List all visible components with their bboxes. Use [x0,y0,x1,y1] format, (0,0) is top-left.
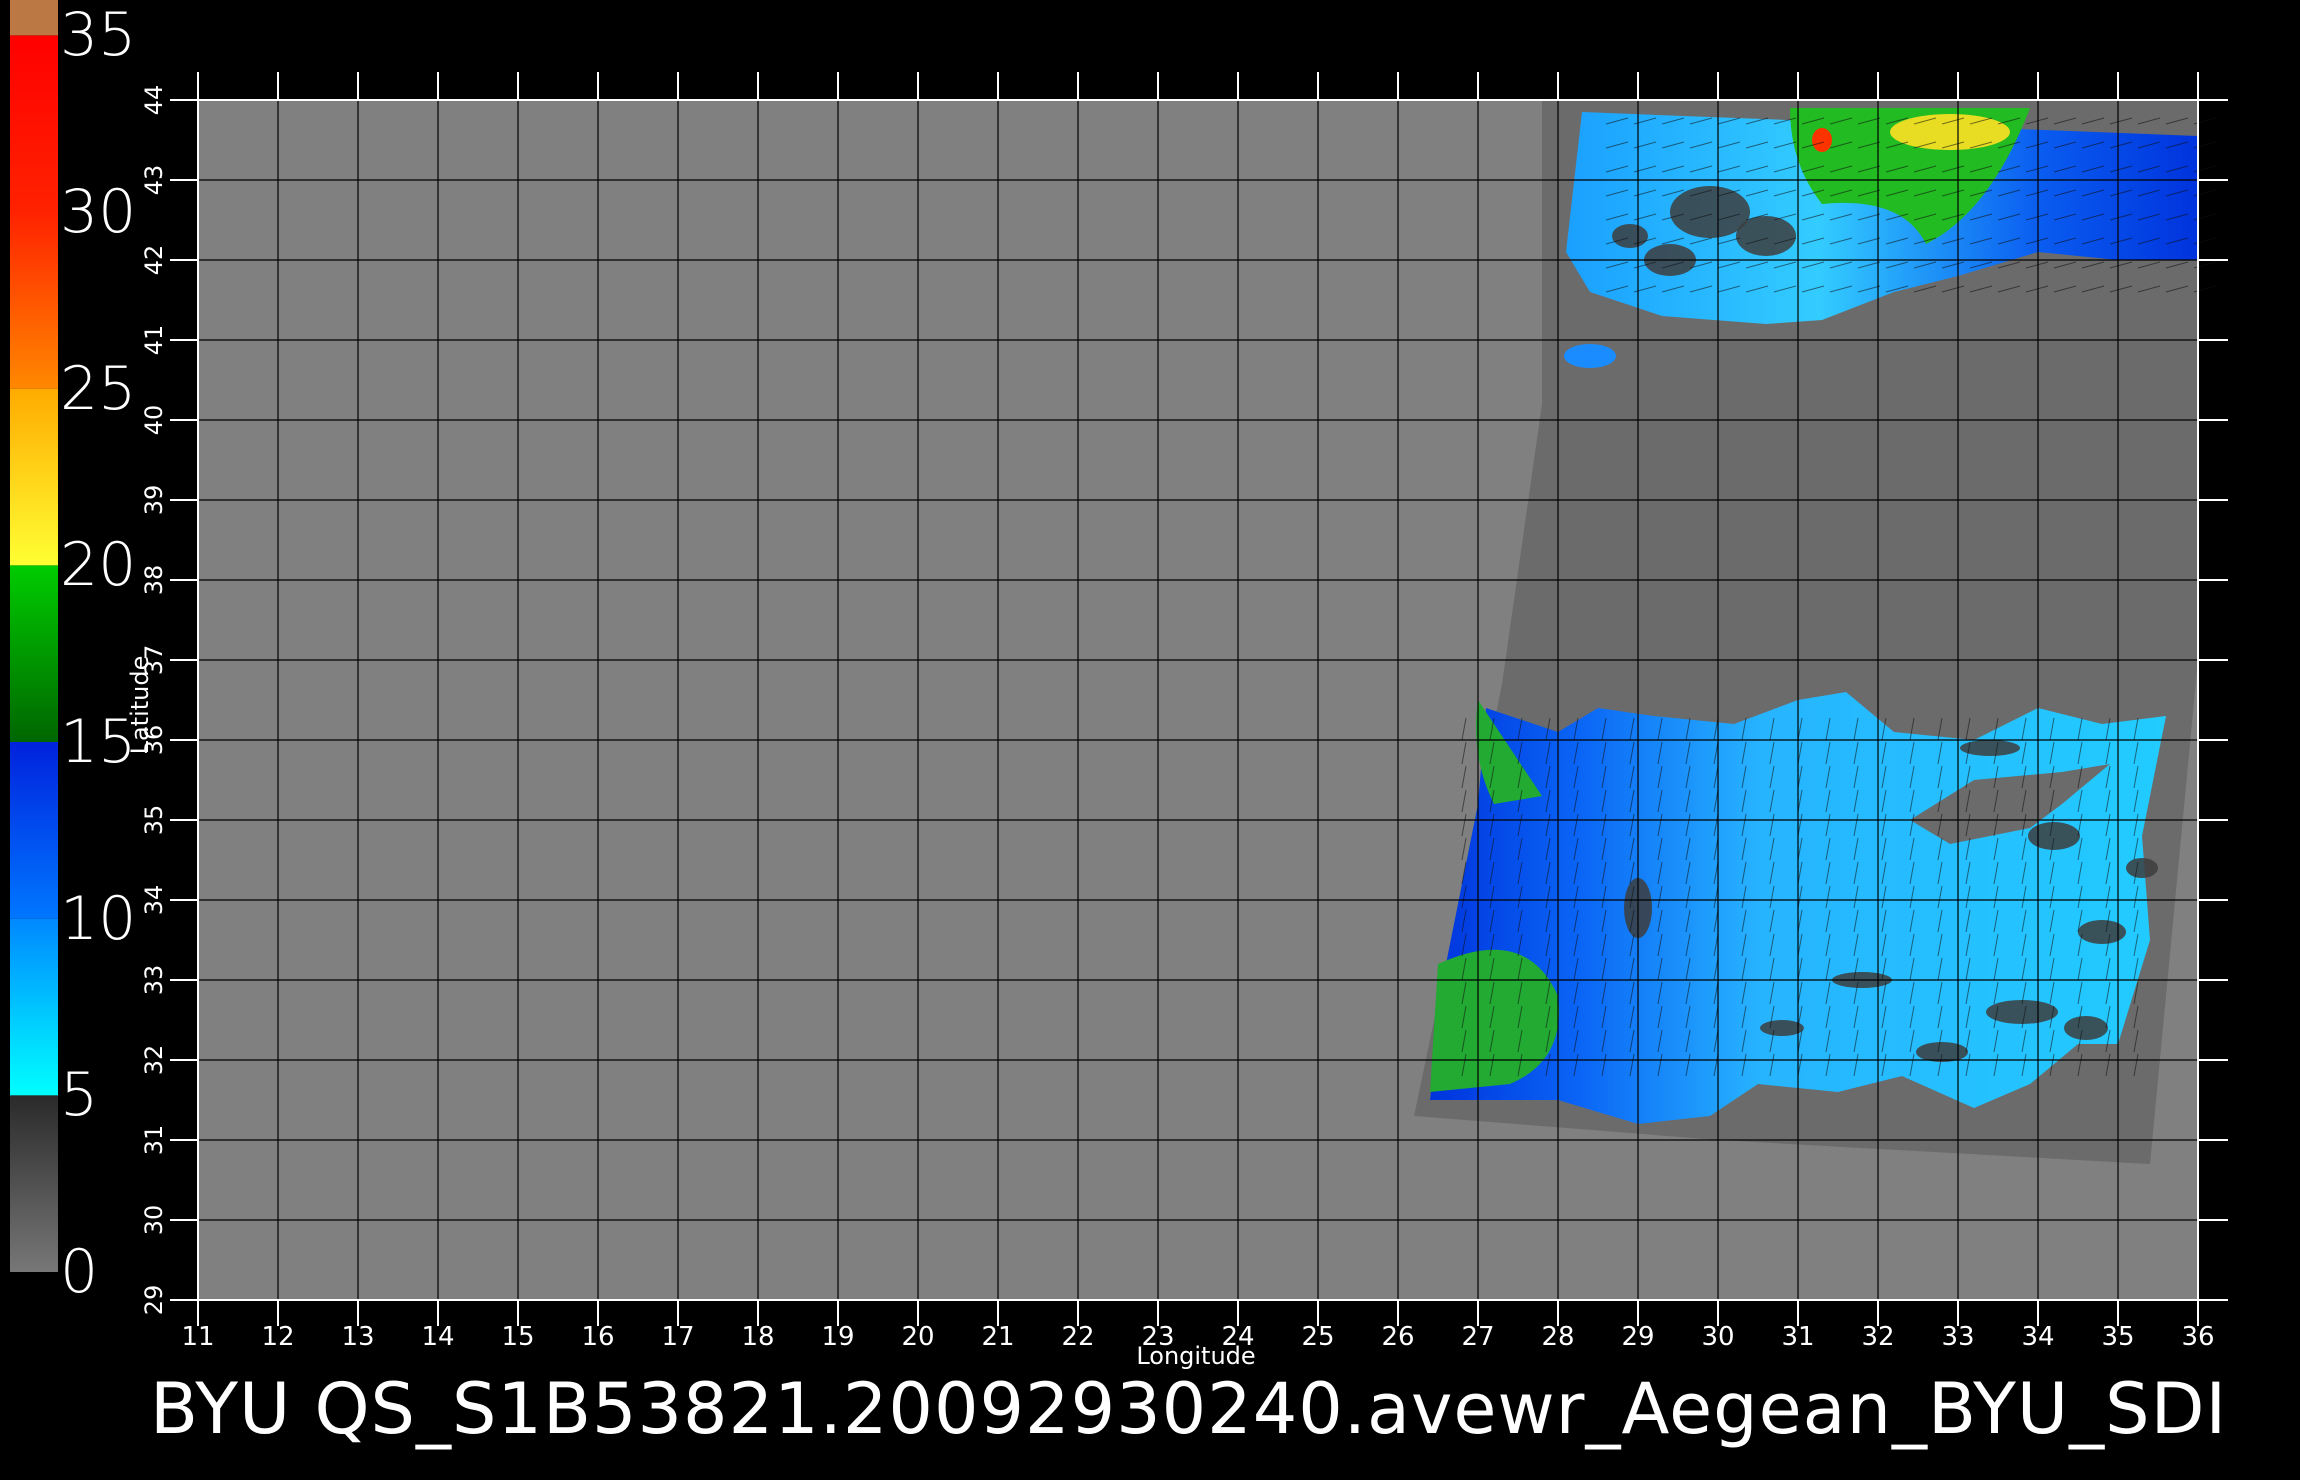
low-wind-patch [1736,216,1796,256]
low-wind-patch [2078,920,2126,944]
x-tick-label: 32 [1861,1322,1895,1352]
low-wind-patch [2028,822,2080,850]
x-tick-label: 26 [1381,1322,1415,1352]
low-wind-patch [1612,224,1648,248]
low-wind-patch [1916,1042,1968,1062]
y-tick-label: 40 [140,404,168,436]
x-tick-label: 20 [901,1322,935,1352]
y-tick-label: 30 [140,1204,168,1236]
peak-wind-spot [1812,128,1832,152]
x-tick-label: 27 [1461,1322,1495,1352]
sea-patch [1564,344,1616,368]
x-tick-label: 15 [501,1322,535,1352]
peak-wind-region [1890,114,2010,150]
x-tick-label: 33 [1941,1322,1975,1352]
x-tick-label: 30 [1701,1322,1735,1352]
x-tick-label: 29 [1621,1322,1655,1352]
y-tick-label: 34 [140,884,168,916]
x-tick-label: 25 [1301,1322,1335,1352]
y-tick-label: 44 [140,84,168,116]
product-title: BYU QS_S1B53821.20092930240.avewr_Aegean… [150,1368,2228,1450]
wind-speed-map [170,72,2228,1326]
x-tick-label: 13 [341,1322,375,1352]
x-tick-label: 36 [2181,1322,2215,1352]
y-tick-label: 33 [140,964,168,996]
x-tick-label: 17 [661,1322,695,1352]
y-tick-label: 39 [140,484,168,516]
x-tick-label: 14 [421,1322,455,1352]
x-tick-label: 16 [581,1322,615,1352]
x-tick-label: 19 [821,1322,855,1352]
y-tick-label: 31 [140,1124,168,1156]
x-axis-label: Longitude [1136,1342,1256,1370]
x-tick-label: 11 [181,1322,215,1352]
x-tick-label: 35 [2101,1322,2135,1352]
y-tick-label: 43 [140,164,168,196]
y-axis-label: Latitude [126,655,154,755]
x-tick-label: 22 [1061,1322,1095,1352]
y-tick-label: 38 [140,564,168,596]
x-tick-label: 12 [261,1322,295,1352]
y-tick-label: 32 [140,1044,168,1076]
x-tick-label: 21 [981,1322,1015,1352]
x-tick-label: 31 [1781,1322,1815,1352]
x-tick-label: 18 [741,1322,775,1352]
y-tick-label: 29 [140,1284,168,1316]
y-tick-label: 41 [140,324,168,356]
x-tick-label: 28 [1541,1322,1575,1352]
y-tick-label: 42 [140,244,168,276]
low-wind-patch [2064,1016,2108,1040]
y-tick-label: 35 [140,804,168,836]
x-tick-label: 34 [2021,1322,2055,1352]
low-wind-patch [2126,858,2158,878]
